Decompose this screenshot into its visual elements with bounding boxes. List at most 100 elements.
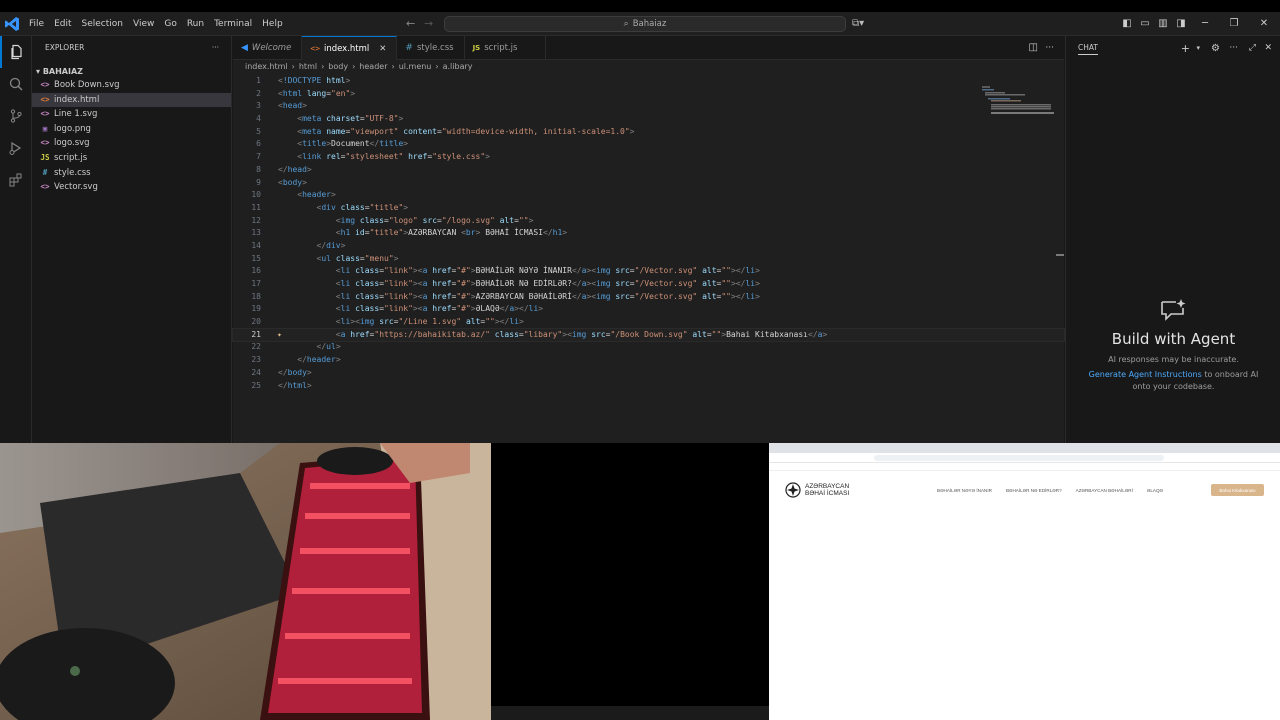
close-icon[interactable]: ✕: [1264, 43, 1272, 53]
close-window-icon[interactable]: ✕: [1251, 12, 1277, 36]
code-line[interactable]: 10 <header>: [233, 189, 1064, 202]
code-line[interactable]: 6 <title>Document</title>: [233, 138, 1064, 151]
file-item[interactable]: <> Vector.svg: [32, 180, 231, 195]
maximize-icon[interactable]: ⤢: [1249, 43, 1256, 53]
tab-welcome[interactable]: ◀ Welcome: [233, 36, 303, 60]
code-line[interactable]: 11 <div class="title">: [233, 202, 1064, 215]
menu-terminal[interactable]: Terminal: [209, 12, 257, 36]
code-line[interactable]: 3 <head>: [233, 100, 1064, 113]
code-line[interactable]: 4 <meta charset="UTF-8">: [233, 113, 1064, 126]
workspace-folder[interactable]: ▾ BAHAIAZ: [32, 65, 231, 78]
breadcrumb-item[interactable]: ul.menu: [399, 60, 432, 74]
extensions-icon[interactable]: [0, 164, 32, 196]
line-text: <meta name="viewport" content="width=dev…: [261, 126, 634, 139]
gear-icon[interactable]: ⚙: [1211, 43, 1220, 54]
menu-run[interactable]: Run: [182, 12, 209, 36]
site-nav-link[interactable]: BƏHAİLƏR NƏYƏ İNANIR: [937, 488, 992, 493]
minimap[interactable]: [982, 86, 1054, 120]
site-logo[interactable]: AZƏRBAYCAN BƏHAİ İCMASI: [785, 482, 849, 498]
file-item[interactable]: ▣ logo.png: [32, 122, 231, 137]
generate-instructions-link[interactable]: Generate Agent Instructions: [1089, 370, 1202, 379]
logo-line-2: BƏHAİ İCMASI: [805, 490, 850, 497]
forward-arrow-icon[interactable]: →: [424, 12, 433, 36]
minimize-icon[interactable]: ─: [1192, 12, 1218, 36]
close-tab-icon[interactable]: ✕: [379, 37, 386, 61]
code-token: class: [359, 215, 384, 225]
more-actions-icon[interactable]: ···: [212, 36, 219, 60]
file-item[interactable]: JS script.js: [32, 151, 231, 166]
code-line[interactable]: 18 <li class="link"><a href="#">AZƏRBAYC…: [233, 291, 1064, 304]
code-token: li: [340, 266, 351, 276]
library-button[interactable]: Bahai Kitabxanası: [1211, 484, 1264, 496]
menu-edit[interactable]: Edit: [49, 12, 76, 36]
breadcrumb-item[interactable]: header: [359, 60, 387, 74]
code-line[interactable]: 19 <li class="link"><a href="#">ƏLAQƏ</a…: [233, 303, 1064, 316]
code-line[interactable]: 5 <meta name="viewport" content="width=d…: [233, 126, 1064, 139]
code-line[interactable]: 2 <html lang="en">: [233, 88, 1064, 101]
menu-view[interactable]: View: [128, 12, 159, 36]
code-line[interactable]: 1 <!DOCTYPE html>: [233, 75, 1064, 88]
file-item[interactable]: <> index.html: [32, 92, 231, 108]
code-line[interactable]: 13 <h1 id="title">AZƏRBAYCAN <br> BƏHAİ …: [233, 227, 1064, 240]
address-bar[interactable]: [874, 455, 1164, 461]
breadcrumb-item[interactable]: body: [328, 60, 348, 74]
lightbulb-icon[interactable]: ✦: [277, 329, 282, 342]
menu-go[interactable]: Go: [159, 12, 181, 36]
back-arrow-icon[interactable]: ←: [406, 12, 415, 36]
file-item[interactable]: <> Line 1.svg: [32, 107, 231, 122]
editor-more-icon[interactable]: ···: [1045, 36, 1054, 60]
chevron-down-icon[interactable]: ▾: [1196, 44, 1200, 52]
code-line[interactable]: 21 <a href="https://bahaikitab.az/" clas…: [232, 327, 1065, 343]
more-actions-icon[interactable]: ···: [1229, 43, 1238, 53]
code-line[interactable]: 9 <body>: [233, 177, 1064, 190]
code-token: "": [721, 279, 731, 288]
file-item[interactable]: # style.css: [32, 166, 231, 181]
code-token: img: [596, 266, 611, 276]
source-control-icon[interactable]: [0, 100, 32, 132]
code-line[interactable]: 7 <link rel="stylesheet" href="style.css…: [233, 151, 1064, 164]
code-line[interactable]: 14 </div>: [233, 240, 1064, 253]
site-nav-link[interactable]: BƏHAİLƏR NƏ EDİRLƏR?: [1006, 488, 1062, 493]
file-name: Vector.svg: [54, 182, 98, 193]
line-text: </head>: [261, 164, 312, 177]
new-chat-icon[interactable]: +: [1181, 42, 1190, 55]
code-line[interactable]: 8 </head>: [233, 164, 1064, 177]
scrollbar-marker[interactable]: [1056, 254, 1064, 256]
chat-title[interactable]: CHAT: [1078, 42, 1099, 55]
copilot-icon[interactable]: ⧉▾: [852, 12, 864, 36]
explorer-icon[interactable]: [0, 36, 32, 68]
menu-selection[interactable]: Selection: [77, 12, 128, 36]
tab-script-js[interactable]: JS script.js: [465, 36, 547, 60]
tab-index-html[interactable]: <> index.html ✕: [302, 36, 398, 61]
code-editor[interactable]: 1 <!DOCTYPE html> 2 <html lang="en"> 3 <head>…: [232, 75, 1065, 393]
editor-area: ◀ Welcome <> index.html ✕ # style.css JS scri…: [232, 36, 1065, 443]
layout-secondary-icon[interactable]: ◨: [1168, 12, 1194, 36]
search-activity-icon[interactable]: [0, 68, 32, 100]
breadcrumb-item[interactable]: html: [299, 60, 317, 74]
code-line[interactable]: 17 <li class="link"><a href="#">BƏHAİLƏR…: [233, 278, 1064, 291]
code-line[interactable]: 15 <ul class="menu">: [233, 253, 1064, 266]
code-line[interactable]: 24 </body>: [233, 367, 1064, 380]
breadcrumb-item[interactable]: a.libary: [443, 60, 473, 74]
run-debug-icon[interactable]: [0, 132, 32, 164]
code-line[interactable]: 25 </html>: [233, 380, 1064, 393]
file-item[interactable]: <> Book Down.svg: [32, 78, 231, 93]
code-line[interactable]: 20 <li><img src="/Line 1.svg" alt=""></l…: [233, 316, 1064, 329]
code-token: </: [499, 317, 510, 327]
line-text: <h1 id="title">AZƏRBAYCAN <br> BƏHAİ İCM…: [261, 227, 567, 240]
command-center-search[interactable]: ⌕ Bahaiaz: [444, 16, 846, 32]
restore-icon[interactable]: ❐: [1221, 12, 1247, 36]
line-number: 3: [256, 101, 261, 111]
site-nav-link[interactable]: AZƏRBAYCAN BƏHAİLƏRİ: [1076, 488, 1133, 493]
breadcrumb-item[interactable]: index.html: [245, 60, 288, 74]
site-nav-link[interactable]: ƏLAQƏ: [1147, 488, 1163, 493]
code-line[interactable]: 16 <li class="link"><a href="#">BƏHAİLƏR…: [233, 265, 1064, 278]
menu-help[interactable]: Help: [257, 12, 288, 36]
split-editor-icon[interactable]: ◫: [1029, 36, 1038, 60]
menu-file[interactable]: File: [24, 12, 49, 36]
code-line[interactable]: 23 </header>: [233, 354, 1064, 367]
code-line[interactable]: 12 <img class="logo" src="/logo.svg" alt…: [233, 215, 1064, 228]
code-line[interactable]: 22 </ul>: [233, 341, 1064, 354]
tab-style-css[interactable]: # style.css: [397, 36, 465, 60]
file-item[interactable]: <> logo.svg: [32, 136, 231, 151]
